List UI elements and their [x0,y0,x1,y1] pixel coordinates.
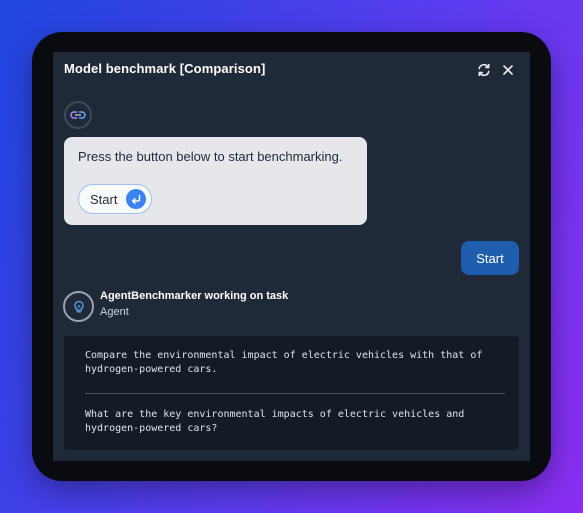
panel-header: Model benchmark [Comparison] [53,52,530,88]
task-text: Compare the environmental impact of elec… [85,350,483,375]
task-card: Compare the environmental impact of elec… [64,336,519,450]
agent-role: Agent [100,306,129,318]
start-button-label: Start [90,191,118,207]
divider [85,393,505,394]
lightbulb-icon [63,291,94,322]
link-bot-icon [64,101,92,129]
user-message-start[interactable]: Start [461,241,519,275]
task-text: What are the key environmental impacts o… [85,409,465,434]
bot-message-text: Press the button below to start benchmar… [78,149,343,164]
enter-return-icon [126,189,146,209]
panel-title: Model benchmark [Comparison] [64,61,266,76]
agent-name: AgentBenchmarker working on task [100,290,289,302]
bot-message-bubble: Press the button below to start benchmar… [64,137,367,225]
chat-panel: Model benchmark [Comparison] Press the b… [53,52,530,461]
close-icon[interactable] [498,60,518,80]
refresh-icon[interactable] [474,60,494,80]
start-button[interactable]: Start [78,184,152,214]
